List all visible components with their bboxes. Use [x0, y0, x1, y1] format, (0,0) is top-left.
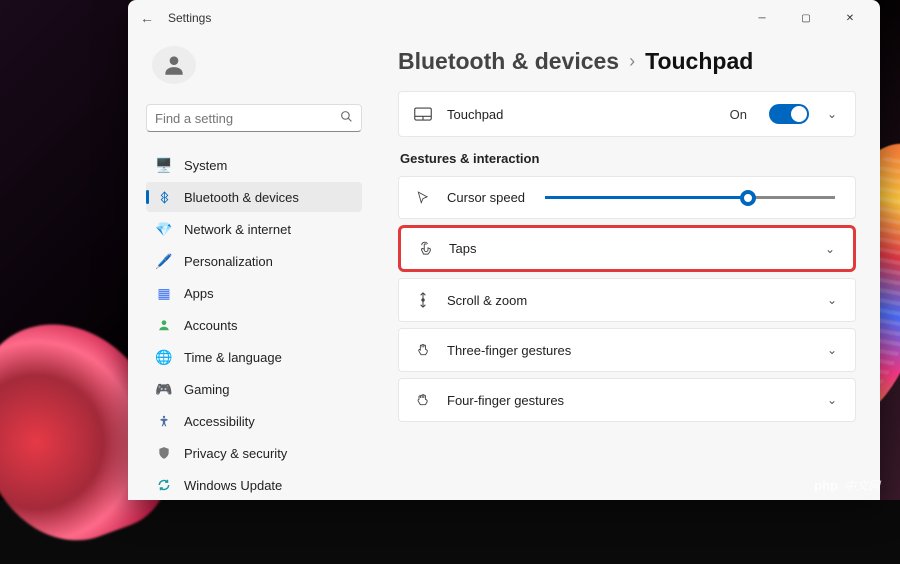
tap-icon	[415, 241, 435, 256]
touchpad-toggle[interactable]	[769, 104, 809, 124]
watermark: php 中文网	[814, 477, 880, 494]
scroll-zoom-row[interactable]: Scroll & zoom ⌄	[398, 278, 856, 322]
watermark-text: 中文网	[844, 477, 880, 494]
sidebar-item-label: Accounts	[184, 318, 237, 333]
window-title: Settings	[168, 11, 211, 25]
maximize-button[interactable]: ▢	[784, 3, 828, 33]
sidebar-item-gaming[interactable]: 🎮 Gaming	[146, 374, 362, 404]
chevron-down-icon: ⌄	[821, 242, 839, 256]
sidebar-item-windows-update[interactable]: Windows Update	[146, 470, 362, 500]
search-icon	[340, 110, 353, 126]
sidebar-item-label: Privacy & security	[184, 446, 287, 461]
cursor-speed-row: Cursor speed	[398, 176, 856, 219]
sidebar-item-bluetooth-devices[interactable]: Bluetooth & devices	[146, 182, 362, 212]
four-finger-row[interactable]: Four-finger gestures ⌄	[398, 378, 856, 422]
chevron-down-icon[interactable]: ⌄	[823, 107, 841, 121]
breadcrumb-parent[interactable]: Bluetooth & devices	[398, 48, 619, 75]
cursor-icon	[413, 191, 433, 205]
sidebar-item-system[interactable]: 🖥️ System	[146, 150, 362, 180]
titlebar: ← Settings ─ ▢ ✕	[128, 0, 880, 36]
sidebar-item-privacy[interactable]: Privacy & security	[146, 438, 362, 468]
slider-thumb[interactable]	[740, 190, 756, 206]
user-avatar[interactable]	[152, 46, 196, 84]
minimize-button[interactable]: ─	[740, 3, 784, 33]
section-header: Gestures & interaction	[400, 151, 856, 166]
watermark-logo: php	[814, 478, 838, 493]
bluetooth-icon	[156, 189, 172, 205]
sidebar-item-accounts[interactable]: Accounts	[146, 310, 362, 340]
sidebar-item-time-language[interactable]: 🌐 Time & language	[146, 342, 362, 372]
sidebar-item-label: Bluetooth & devices	[184, 190, 299, 205]
sidebar-item-personalization[interactable]: 🖊️ Personalization	[146, 246, 362, 276]
three-finger-row[interactable]: Three-finger gestures ⌄	[398, 328, 856, 372]
breadcrumb: Bluetooth & devices › Touchpad	[398, 48, 856, 75]
breadcrumb-current: Touchpad	[645, 48, 753, 75]
search-input[interactable]	[146, 104, 362, 132]
three-finger-icon	[413, 342, 433, 358]
cursor-speed-label: Cursor speed	[447, 190, 525, 205]
sidebar-item-label: Apps	[184, 286, 214, 301]
update-icon	[156, 477, 172, 493]
sidebar-item-network[interactable]: 💎 Network & internet	[146, 214, 362, 244]
brush-icon: 🖊️	[156, 253, 172, 269]
scroll-icon	[413, 292, 433, 308]
four-finger-label: Four-finger gestures	[447, 393, 564, 408]
search-field[interactable]	[155, 111, 340, 126]
sidebar-item-label: Personalization	[184, 254, 273, 269]
sidebar-item-label: Time & language	[184, 350, 282, 365]
sidebar-item-label: Gaming	[184, 382, 230, 397]
chevron-down-icon: ⌄	[823, 343, 841, 357]
back-button[interactable]: ←	[140, 10, 154, 26]
person-icon	[161, 52, 187, 78]
taps-row[interactable]: Taps ⌄	[398, 225, 856, 272]
four-finger-icon	[413, 392, 433, 408]
cursor-speed-slider[interactable]	[545, 196, 835, 199]
monitor-icon: 🖥️	[156, 157, 172, 173]
sidebar-item-accessibility[interactable]: Accessibility	[146, 406, 362, 436]
gamepad-icon: 🎮	[156, 381, 172, 397]
three-finger-label: Three-finger gestures	[447, 343, 571, 358]
touchpad-state: On	[730, 107, 747, 122]
main-content: Bluetooth & devices › Touchpad Touchpad …	[374, 36, 880, 500]
accessibility-icon	[156, 413, 172, 429]
taps-label: Taps	[449, 241, 476, 256]
touchpad-icon	[413, 107, 433, 121]
close-button[interactable]: ✕	[828, 3, 872, 33]
sidebar-item-label: System	[184, 158, 227, 173]
touchpad-label: Touchpad	[447, 107, 503, 122]
sidebar-item-label: Accessibility	[184, 414, 255, 429]
apps-icon: ▦	[156, 285, 172, 301]
chevron-down-icon: ⌄	[823, 393, 841, 407]
chevron-right-icon: ›	[629, 51, 635, 72]
touchpad-card[interactable]: Touchpad On ⌄	[398, 91, 856, 137]
wifi-icon: 💎	[156, 221, 172, 237]
sidebar: 🖥️ System Bluetooth & devices 💎 Network …	[128, 36, 374, 500]
sidebar-item-apps[interactable]: ▦ Apps	[146, 278, 362, 308]
clock-icon: 🌐	[156, 349, 172, 365]
account-icon	[156, 317, 172, 333]
settings-window: ← Settings ─ ▢ ✕ 🖥️ System	[128, 0, 880, 500]
sidebar-item-label: Windows Update	[184, 478, 282, 493]
sidebar-item-label: Network & internet	[184, 222, 291, 237]
shield-icon	[156, 445, 172, 461]
scroll-zoom-label: Scroll & zoom	[447, 293, 527, 308]
chevron-down-icon: ⌄	[823, 293, 841, 307]
